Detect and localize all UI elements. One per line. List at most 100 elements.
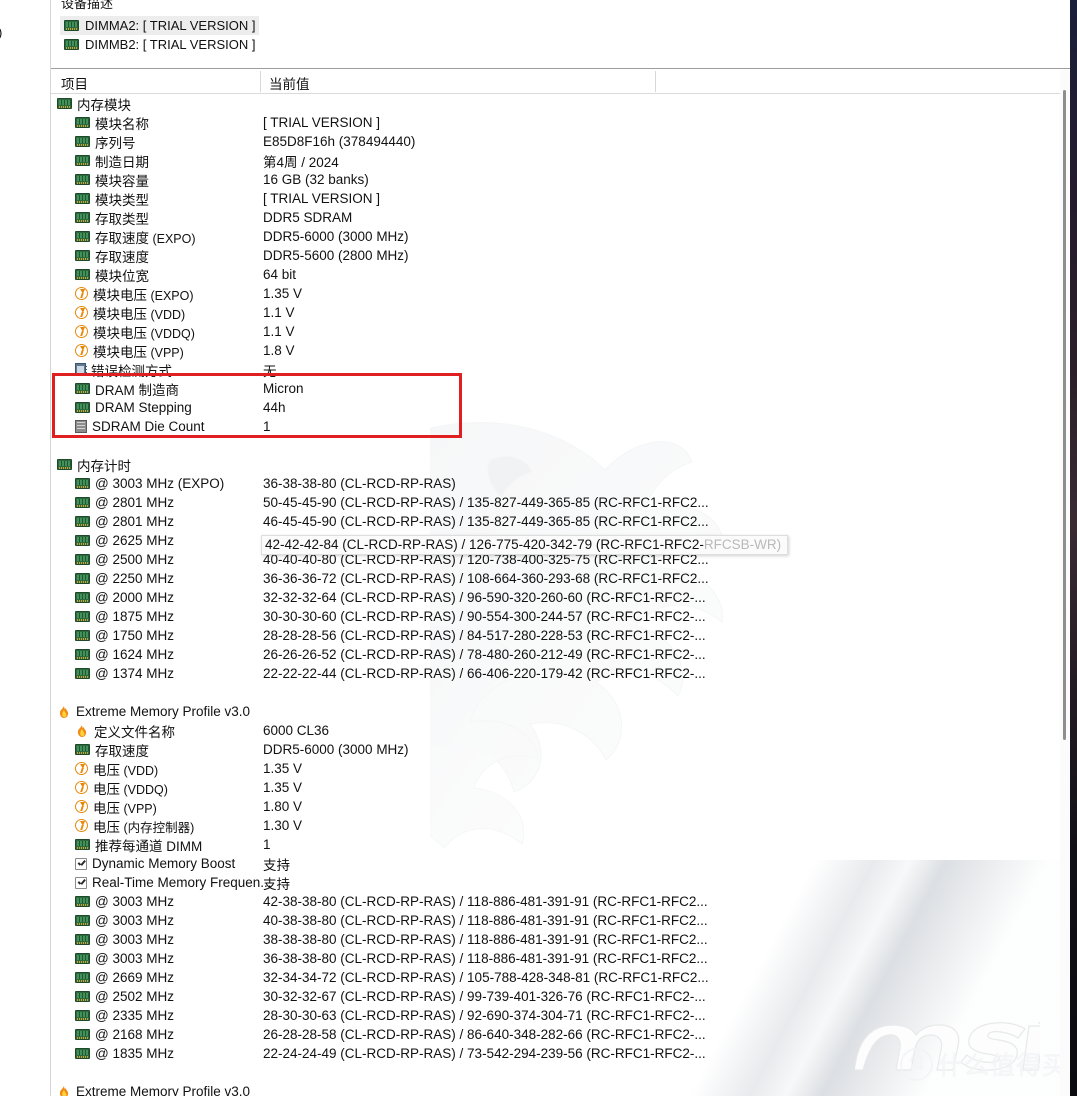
list-row[interactable]: @ 2669 MHz 32-34-34-72 (CL-RCD-RP-RAS) / … [51,968,1060,987]
list-row[interactable]: 定义文件名称 6000 CL36 [51,721,1060,740]
device-row-dimmb2[interactable]: DIMMB2: [ TRIAL VERSION ] [60,35,259,54]
list-row-name: @ 2625 MHz [75,533,174,548]
list-row[interactable]: 模块电压 (VPP) 1.8 V [51,341,1060,360]
column-divider-2[interactable] [655,71,656,92]
list-row-value: 22-24-24-49 (CL-RCD-RP-RAS) / 73-542-294… [263,1046,706,1061]
list-row[interactable]: @ 1875 MHz 30-30-30-60 (CL-RCD-RP-RAS) / … [51,607,1060,626]
sidebar-item-cpu-clipped[interactable]: PU) [0,25,2,40]
list-column-header: 项目 当前值 [51,69,1070,94]
list-row[interactable]: @ 3003 MHz (EXPO) 36-38-38-80 (CL-RCD-RP-… [51,474,1060,493]
ram-module-icon [64,20,79,31]
list-row[interactable]: 内存模块 [51,94,1060,113]
list-row[interactable]: @ 3003 MHz 42-38-38-80 (CL-RCD-RP-RAS) / … [51,892,1060,911]
sidebar-tree-panel[interactable]: PU) [0,0,51,1096]
list-row[interactable]: 推荐每通道 DIMM 1 [51,835,1060,854]
list-row-label: @ 3003 MHz [95,932,174,947]
checkbox-checked-icon[interactable] [75,857,87,870]
list-row[interactable]: @ 2801 MHz 46-45-45-90 (CL-RCD-RP-RAS) / … [51,512,1060,531]
column-header-item[interactable]: 项目 [61,73,88,93]
list-row-name: @ 2801 MHz [75,495,174,510]
list-row[interactable]: 模块名称 [ TRIAL VERSION ] [51,113,1060,132]
list-row[interactable]: @ 1750 MHz 28-28-28-56 (CL-RCD-RP-RAS) / … [51,626,1060,645]
list-row[interactable]: 电压 (VDD) 1.35 V [51,759,1060,778]
list-row[interactable]: @ 2000 MHz 32-32-32-64 (CL-RCD-RP-RAS) / … [51,588,1060,607]
list-row[interactable]: 内存计时 [51,455,1060,474]
list-row[interactable]: Extreme Memory Profile v3.0 [51,702,1060,721]
tooltip-dim-tail: RFCSB-WR) [703,537,782,552]
list-row[interactable]: 存取类型 DDR5 SDRAM [51,208,1060,227]
scrollbar-thumb[interactable] [1063,90,1066,740]
device-row-dimma2[interactable]: DIMMA2: [ TRIAL VERSION ] [60,16,260,35]
list-row-name: Dynamic Memory Boost [75,856,235,871]
list-row[interactable]: 序列号 E85D8F16h (378494440) [51,132,1060,151]
list-row-name: 模块电压 (VDDQ) [75,322,195,342]
list-row[interactable]: SDRAM Die Count 1 [51,417,1060,436]
list-row-value: 1.80 V [263,799,303,814]
list-row[interactable]: @ 2168 MHz 26-28-28-58 (CL-RCD-RP-RAS) / … [51,1025,1060,1044]
list-row[interactable]: 模块位宽 64 bit [51,265,1060,284]
list-row-label: 模块电压 (VDD) [93,306,186,322]
ram-module-icon [75,668,90,679]
list-row[interactable]: 制造日期 第4周 / 2024 [51,151,1060,170]
list-row[interactable]: 电压 (内存控制器) 1.30 V [51,816,1060,835]
voltage-bolt-icon [75,762,88,775]
list-row[interactable]: @ 3003 MHz 40-38-38-80 (CL-RCD-RP-RAS) / … [51,911,1060,930]
list-row[interactable]: DRAM Stepping 44h [51,398,1060,417]
ram-module-icon [75,269,90,280]
list-row[interactable]: 模块类型 [ TRIAL VERSION ] [51,189,1060,208]
list-row-name: @ 2250 MHz [75,571,174,586]
list-row-value: 32-34-34-72 (CL-RCD-RP-RAS) / 105-788-42… [263,970,709,985]
list-row-label: @ 2500 MHz [95,552,174,567]
list-row-value: 1.8 V [263,343,295,358]
list-row-value: 26-26-26-52 (CL-RCD-RP-RAS) / 78-480-260… [263,647,706,662]
list-row-value: 26-28-28-58 (CL-RCD-RP-RAS) / 86-640-348… [263,1027,706,1042]
list-row[interactable]: @ 2801 MHz 50-45-45-90 (CL-RCD-RP-RAS) / … [51,493,1060,512]
list-row[interactable]: 存取速度 DDR5-6000 (3000 MHz) [51,740,1060,759]
list-row[interactable]: @ 1835 MHz 22-24-24-49 (CL-RCD-RP-RAS) / … [51,1044,1060,1063]
list-row[interactable]: Extreme Memory Profile v3.0 [51,1082,1060,1096]
list-row[interactable]: Real-Time Memory Frequen... 支持 [51,873,1060,892]
list-row[interactable]: @ 1624 MHz 26-26-26-52 (CL-RCD-RP-RAS) / … [51,645,1060,664]
checkbox-checked-icon[interactable] [75,876,87,889]
list-row[interactable]: Dynamic Memory Boost 支持 [51,854,1060,873]
list-row-value: 36-38-38-80 (CL-RCD-RP-RAS) / 118-886-48… [263,951,708,966]
list-row-label: @ 2168 MHz [95,1027,174,1042]
list-row[interactable]: 电压 (VPP) 1.80 V [51,797,1060,816]
list-row[interactable]: 模块电压 (VDDQ) 1.1 V [51,322,1060,341]
list-row[interactable]: @ 2335 MHz 28-30-30-63 (CL-RCD-RP-RAS) / … [51,1006,1060,1025]
ram-module-icon [75,193,90,204]
list-row[interactable]: 存取速度 DDR5-5600 (2800 MHz) [51,246,1060,265]
list-row-value: 支持 [263,876,290,892]
list-row-label: @ 2335 MHz [95,1008,174,1023]
spd-detail-list[interactable]: 内存模块 模块名称 [ TRIAL VERSION ] 序列号 E85D8F16h (3… [51,94,1060,1096]
list-row-value: 50-45-45-90 (CL-RCD-RP-RAS) / 135-827-44… [263,495,709,510]
voltage-bolt-icon [75,306,88,319]
list-row[interactable]: 电压 (VDDQ) 1.35 V [51,778,1060,797]
vertical-scrollbar[interactable] [1060,70,1070,1096]
list-row[interactable]: 模块容量 16 GB (32 banks) [51,170,1060,189]
list-row[interactable]: 模块电压 (VDD) 1.1 V [51,303,1060,322]
list-row[interactable]: @ 2502 MHz 30-32-32-67 (CL-RCD-RP-RAS) / … [51,987,1060,1006]
die-icon [75,420,87,433]
list-row-name: 存取速度 [75,740,149,760]
list-row-value: [ TRIAL VERSION ] [263,191,381,206]
list-row[interactable]: @ 3003 MHz 36-38-38-80 (CL-RCD-RP-RAS) / … [51,949,1060,968]
list-row-name: 推荐每通道 DIMM [75,835,202,855]
list-row[interactable]: @ 2250 MHz 36-36-36-72 (CL-RCD-RP-RAS) / … [51,569,1060,588]
ram-module-icon [75,649,90,660]
list-row[interactable]: @ 3003 MHz 38-38-38-80 (CL-RCD-RP-RAS) / … [51,930,1060,949]
list-row-label: 序列号 [95,135,136,151]
list-row[interactable]: @ 1374 MHz 22-22-22-44 (CL-RCD-RP-RAS) / … [51,664,1060,683]
list-row-value: 16 GB (32 banks) [263,172,369,187]
column-header-value[interactable]: 当前值 [269,73,310,93]
column-divider-1[interactable] [260,71,261,92]
list-row[interactable]: 错误检测方式 无 [51,360,1060,379]
list-row-name: 电压 (VPP) [75,797,157,817]
list-row[interactable]: 存取速度 (EXPO) DDR5-6000 (3000 MHz) [51,227,1060,246]
voltage-bolt-icon [75,781,88,794]
list-row[interactable]: DRAM 制造商 Micron [51,379,1060,398]
list-row-value: 1.35 V [263,286,303,301]
list-row-name: 模块类型 [75,189,149,209]
ram-module-icon [75,231,90,242]
list-row[interactable]: 模块电压 (EXPO) 1.35 V [51,284,1060,303]
